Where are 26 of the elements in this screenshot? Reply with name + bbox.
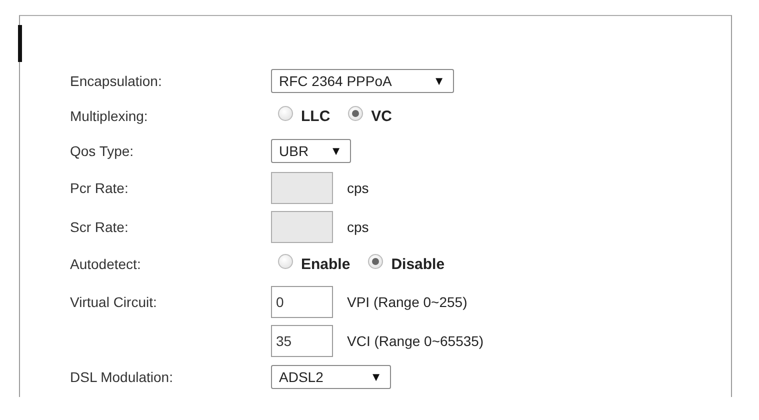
- input-field[interactable]: 35: [271, 324, 333, 356]
- radio-label[interactable]: LLC: [301, 108, 330, 124]
- unit-label: cps: [347, 180, 369, 196]
- field-label: DSL Modulation:: [70, 369, 174, 385]
- section-marker: [18, 25, 22, 62]
- radio-label[interactable]: Disable: [391, 256, 445, 272]
- dropdown[interactable]: ADSL2 ▼: [271, 365, 391, 389]
- field-label: Scr Rate:: [70, 218, 130, 234]
- field-label: Encapsulation:: [70, 73, 163, 89]
- radio-button[interactable]: [278, 106, 293, 120]
- unit-label: VPI (Range 0~255): [347, 294, 468, 310]
- radio-label[interactable]: VC: [371, 108, 392, 124]
- field-label: Pcr Rate:: [70, 180, 130, 196]
- unit-label: VCI (Range 0~65535): [347, 332, 484, 348]
- field-label: Qos Type:: [70, 143, 135, 159]
- radio-button[interactable]: [348, 106, 364, 120]
- field-label: Multiplexing:: [70, 108, 149, 124]
- unit-label: cps: [347, 218, 369, 234]
- dropdown[interactable]: RFC 2364 PPPoA ▼: [271, 69, 454, 93]
- dropdown[interactable]: UBR ▼: [271, 139, 351, 163]
- radio-button[interactable]: [368, 254, 384, 268]
- radio-label[interactable]: Enable: [301, 256, 350, 272]
- input-field[interactable]: 0: [271, 286, 333, 318]
- radio-button[interactable]: [278, 254, 293, 268]
- field-label: Virtual Circuit:: [70, 294, 158, 310]
- field-label: Autodetect:: [70, 256, 142, 272]
